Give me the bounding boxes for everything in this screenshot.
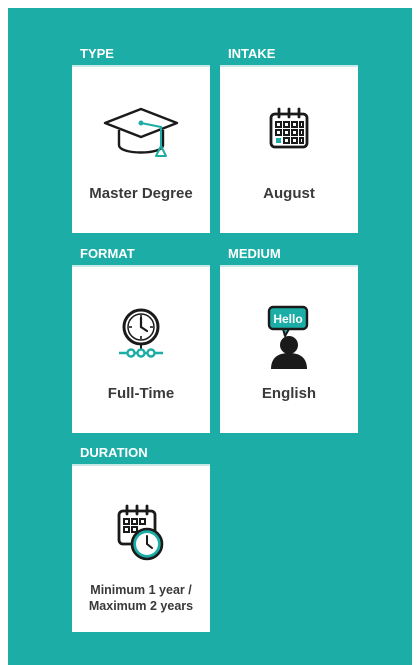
duration-max: Maximum 2 years — [88, 599, 194, 613]
intake-heading: INTAKE — [220, 44, 358, 67]
type-card: TYPE Master Degree — [72, 44, 210, 233]
bubble-hello-text: Hello — [273, 312, 302, 326]
duration-heading: DURATION — [72, 443, 210, 466]
medium-card-body: Hello English — [220, 267, 358, 433]
clock-icon — [72, 305, 210, 365]
intake-card: INTAKE August — [220, 44, 358, 233]
duration-value: Minimum 1 year / Maximum 2 years — [72, 582, 210, 614]
duration-card: DURATION Minimum 1 year / Maximum 2 year… — [72, 443, 210, 632]
intake-value: August — [263, 185, 315, 202]
format-card: FORMAT Full-Time — [72, 244, 210, 433]
speech-bubble-person-icon: Hello — [220, 305, 358, 371]
program-info-panel: TYPE Master Degree INTAKE August FORMAT … — [8, 8, 412, 665]
duration-min: Minimum 1 year / — [90, 583, 192, 597]
medium-value: English — [261, 385, 317, 402]
format-heading: FORMAT — [72, 244, 210, 267]
duration-card-body: Minimum 1 year / Maximum 2 years — [72, 466, 210, 632]
format-card-body: Full-Time — [72, 267, 210, 433]
calendar-icon — [220, 105, 358, 153]
medium-heading: MEDIUM — [220, 244, 358, 267]
type-value: Master Degree — [89, 185, 193, 202]
format-value: Full-Time — [107, 385, 175, 402]
calendar-clock-icon — [72, 502, 210, 564]
medium-card: MEDIUM Hello English — [220, 244, 358, 433]
type-heading: TYPE — [72, 44, 210, 67]
type-card-body: Master Degree — [72, 67, 210, 233]
graduation-cap-icon — [72, 105, 210, 163]
intake-card-body: August — [220, 67, 358, 233]
